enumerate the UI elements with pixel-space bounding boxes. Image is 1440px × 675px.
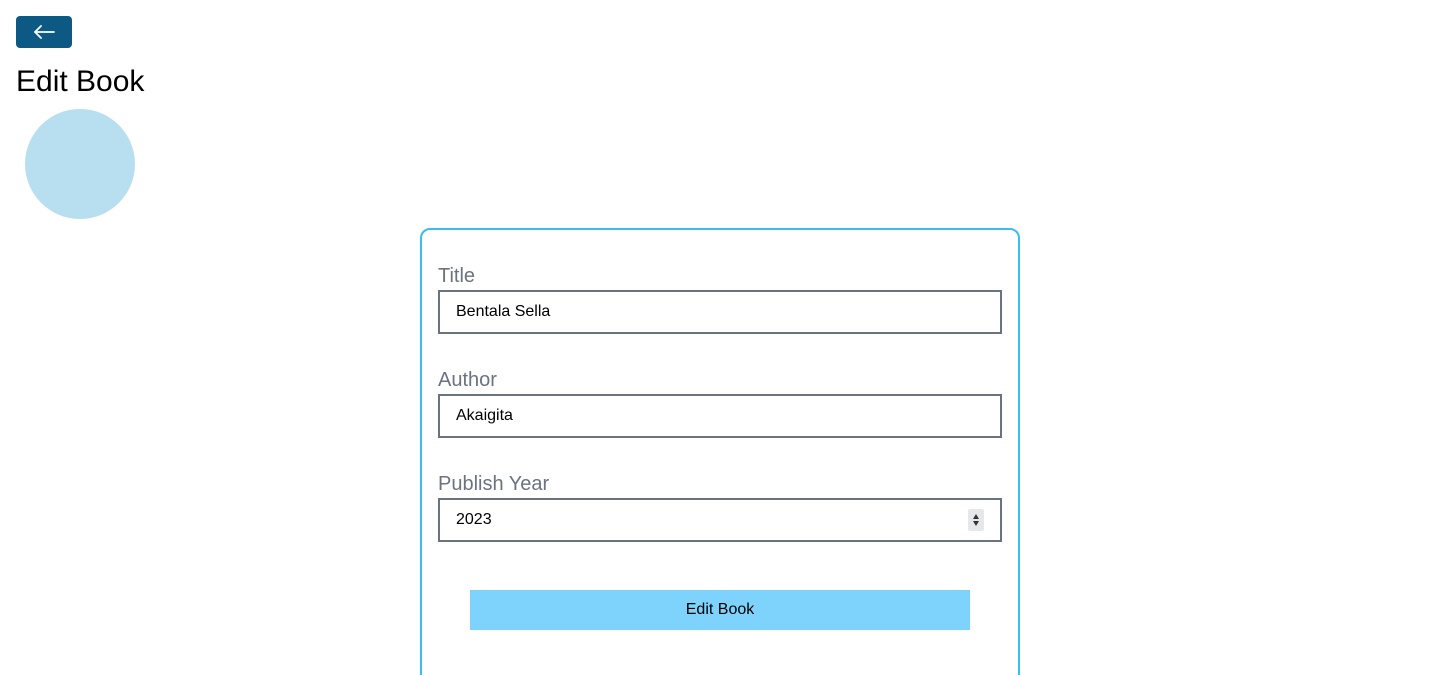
page-title: Edit Book xyxy=(16,65,145,98)
edit-book-button[interactable]: Edit Book xyxy=(470,590,970,630)
title-input[interactable] xyxy=(440,292,1000,332)
arrow-left-icon xyxy=(32,24,56,40)
title-label: Title xyxy=(438,265,476,287)
author-input-box xyxy=(438,394,1002,438)
stepper-up-icon[interactable] xyxy=(973,514,979,519)
stepper-down-icon[interactable] xyxy=(973,521,979,526)
year-stepper[interactable] xyxy=(968,509,984,531)
edit-book-form: Title Author Publish Year Edit Book xyxy=(420,228,1020,675)
publish-year-input-box xyxy=(438,498,1002,542)
author-field: Author xyxy=(438,368,1002,438)
publish-year-field: Publish Year xyxy=(438,472,1002,542)
publish-year-label: Publish Year xyxy=(438,473,550,495)
publish-year-input[interactable] xyxy=(440,500,1000,540)
loading-spinner xyxy=(25,109,135,219)
edit-book-page: Edit Book Title Author Publish Year xyxy=(0,0,1440,675)
title-input-box xyxy=(438,290,1002,334)
author-input[interactable] xyxy=(440,396,1000,436)
author-label: Author xyxy=(438,369,497,391)
back-button[interactable] xyxy=(16,16,72,48)
title-field: Title xyxy=(438,264,1002,334)
